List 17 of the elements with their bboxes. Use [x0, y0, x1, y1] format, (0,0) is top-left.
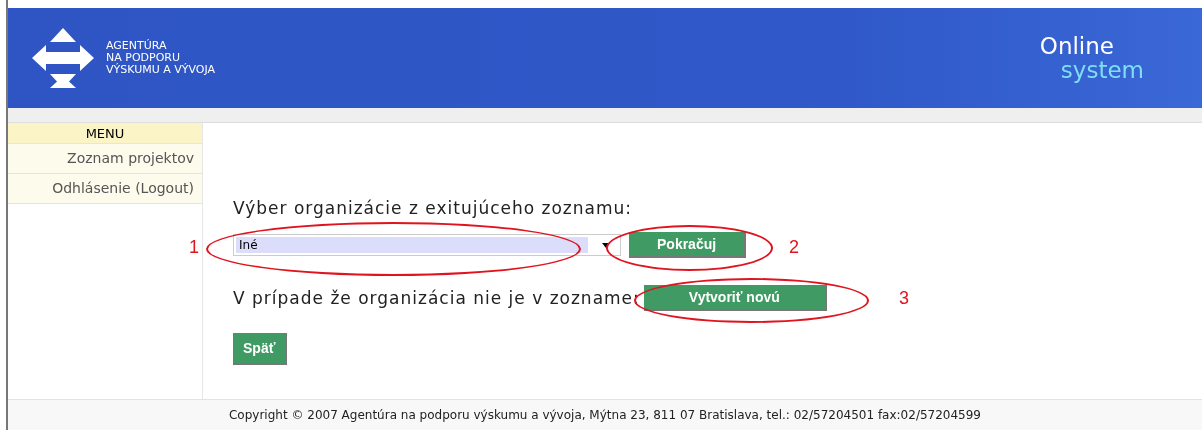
menu-heading: MENU — [8, 123, 202, 144]
menu-item[interactable]: Zoznam projektov — [8, 144, 202, 174]
logo-text: VÝSKUMU A VÝVOJA — [106, 64, 216, 76]
annotation-number: 3 — [899, 288, 909, 309]
annotation-number: 2 — [789, 237, 799, 258]
logo-text: AGENTÚRA — [106, 40, 168, 52]
menu-item[interactable]: Odhlásenie (Logout) — [8, 174, 202, 204]
logo-text: NA PODPORU — [106, 52, 180, 64]
copyright-footer: Copyright © 2007 Agentúra na podporu výskumu a vývoja, Mýtna 23, 811 07 Bratislava, tel.: 02/57204501 fax:02/57204599 — [8, 399, 1202, 430]
caret-icon — [602, 242, 610, 248]
missing-text: V prípade že organizácia nie je v zozname: — [233, 288, 640, 308]
annotation-number: 1 — [189, 237, 199, 258]
organization-select[interactable]: Iné — [233, 234, 621, 256]
select-heading: Výber organizácie z exitujúceho zoznamu: — [233, 198, 633, 218]
double-arrow-logo-icon — [30, 26, 96, 90]
product-subtitle: system — [1060, 58, 1144, 82]
product-title: Online — [1039, 34, 1114, 58]
